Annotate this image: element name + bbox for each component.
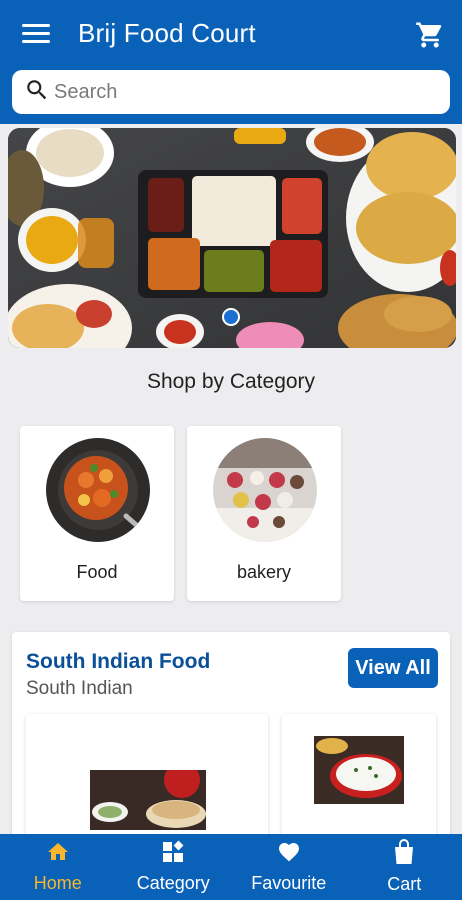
product-image bbox=[90, 770, 206, 830]
nav-item-favourite[interactable]: Favourite bbox=[231, 834, 347, 900]
category-grid-icon bbox=[161, 840, 185, 869]
category-card-bakery[interactable]: bakery bbox=[187, 426, 341, 601]
app-header: Brij Food Court bbox=[0, 0, 462, 124]
product-card[interactable] bbox=[26, 714, 268, 854]
search-bar bbox=[12, 70, 450, 114]
product-image bbox=[314, 736, 404, 804]
shop-by-category-title: Shop by Category bbox=[146, 370, 316, 393]
product-card[interactable] bbox=[282, 714, 436, 854]
nav-label-home: Home bbox=[33, 873, 82, 893]
search-input[interactable] bbox=[54, 80, 414, 104]
home-icon bbox=[45, 840, 71, 869]
category-label-bakery: bakery bbox=[236, 562, 292, 582]
section-subtitle: South Indian bbox=[26, 678, 133, 699]
search-icon bbox=[24, 77, 50, 108]
app-screen: Brij Food Court Search Shop by Category … bbox=[0, 0, 462, 900]
heart-icon bbox=[276, 840, 302, 869]
category-bakery-image bbox=[213, 438, 317, 542]
hamburger-menu-icon[interactable] bbox=[22, 24, 50, 46]
south-indian-food-section: South Indian Food South Indian View All bbox=[12, 632, 450, 854]
shopping-bag-icon bbox=[393, 839, 415, 870]
shopping-cart-icon[interactable] bbox=[414, 20, 446, 50]
app-title: Brij Food Court bbox=[78, 18, 256, 48]
nav-label-category: Category bbox=[136, 873, 210, 893]
nav-label-cart: Cart bbox=[387, 874, 422, 894]
carousel-indicator-dot[interactable] bbox=[222, 308, 240, 326]
section-title: South Indian Food bbox=[26, 650, 211, 673]
nav-item-category[interactable]: Category bbox=[116, 834, 232, 900]
nav-item-cart[interactable]: Cart bbox=[347, 834, 462, 900]
category-card-food[interactable]: Food bbox=[20, 426, 174, 601]
category-label-food: Food bbox=[76, 562, 118, 582]
category-food-image bbox=[46, 438, 150, 542]
nav-label-favourite: Favourite bbox=[251, 873, 327, 893]
nav-item-home[interactable]: Home bbox=[0, 834, 116, 900]
bottom-navigation: Home Category Favourite Cart bbox=[0, 834, 462, 900]
view-all-button[interactable]: View All bbox=[348, 648, 438, 688]
